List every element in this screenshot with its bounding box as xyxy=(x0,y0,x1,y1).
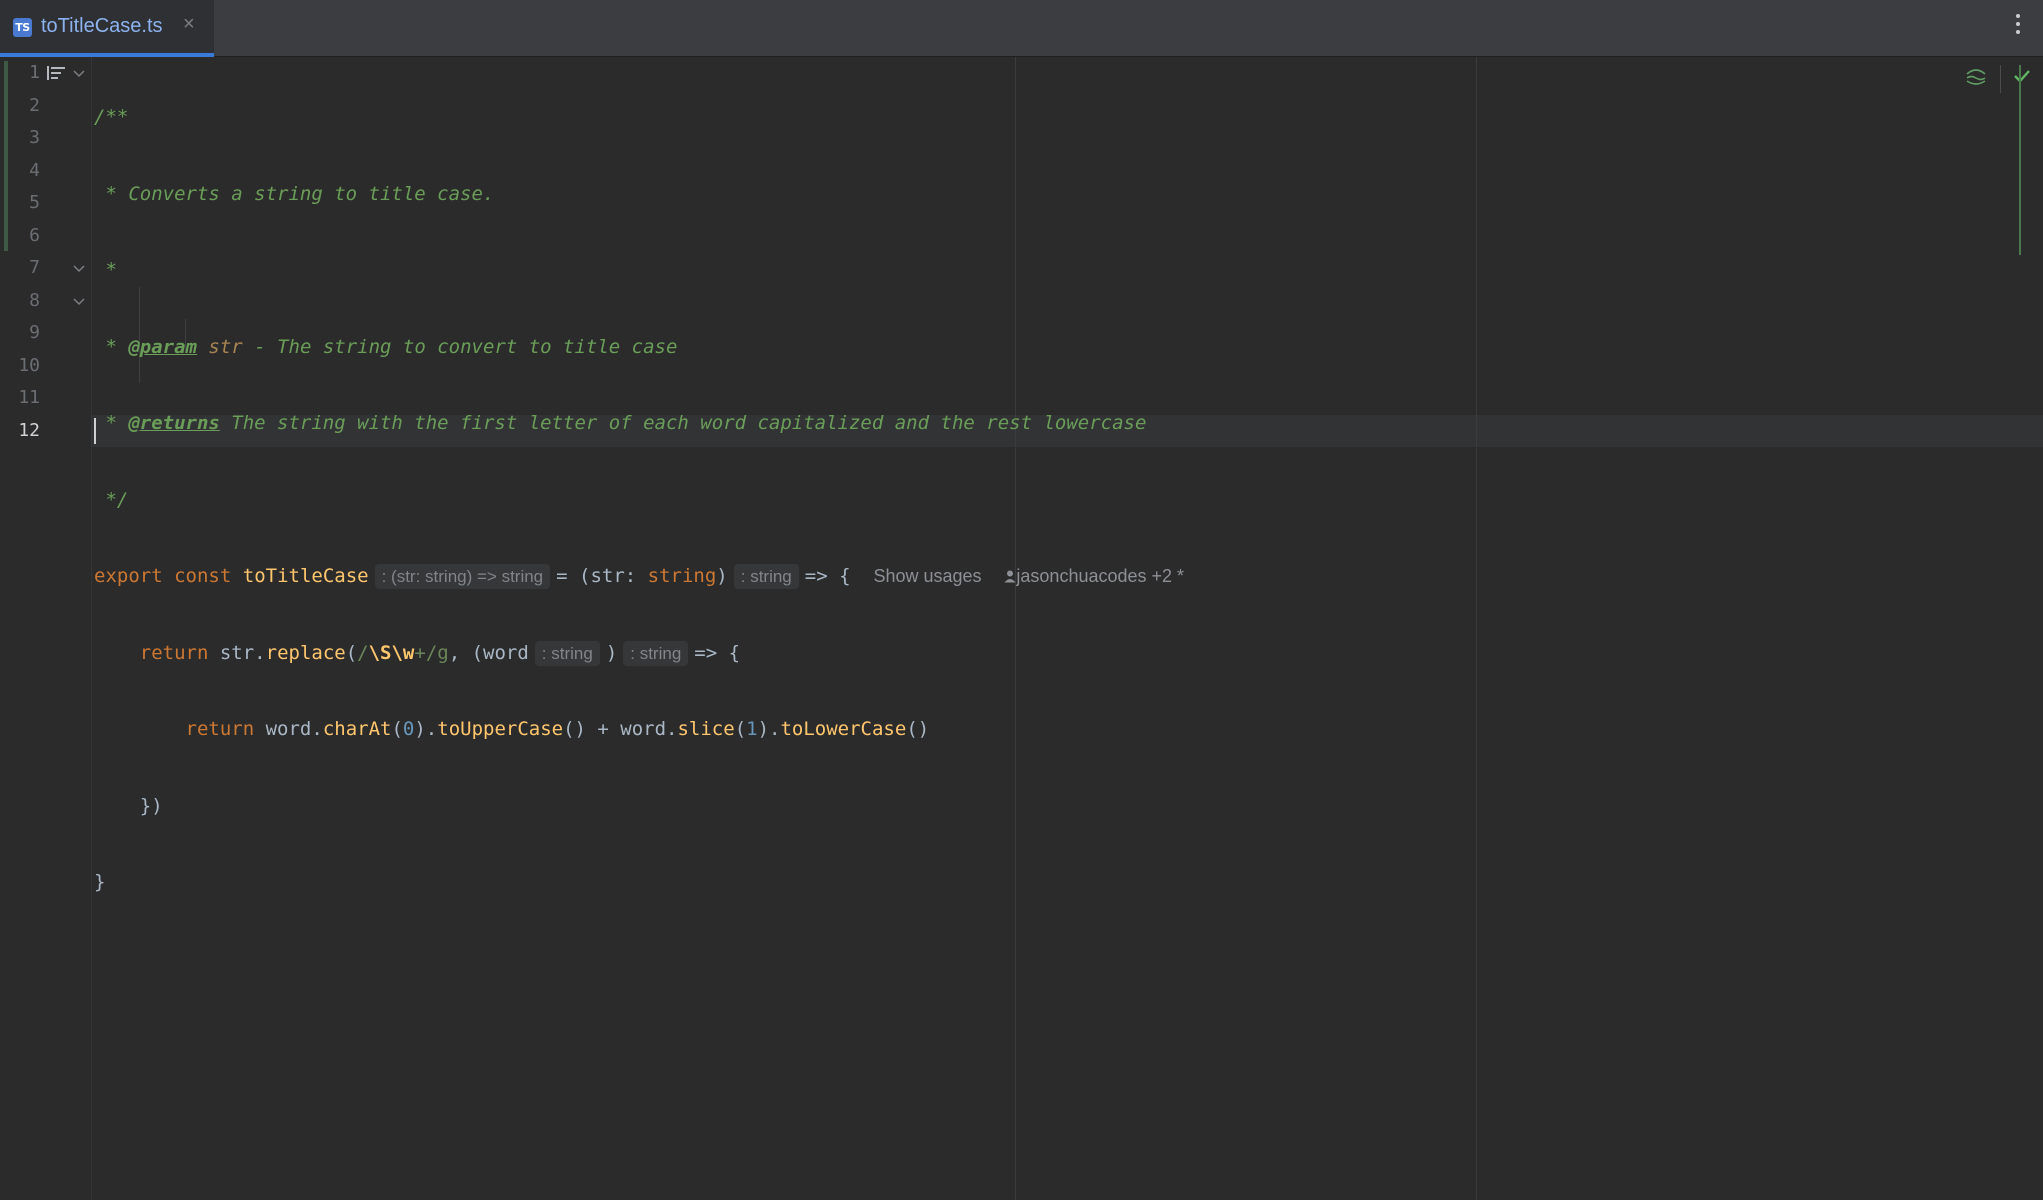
code-editor[interactable]: 1 2 3 4 5 6 7 8 9 10 11 12 /** * Convert… xyxy=(0,57,2043,1200)
keyword: const xyxy=(174,565,232,587)
doc-comment: */ xyxy=(94,488,129,511)
code-text: => { xyxy=(804,565,851,587)
doc-comment: - The string to convert to title case xyxy=(242,335,678,358)
gutter-separator xyxy=(91,57,92,1200)
code-line: return str.replace(/\S\w+/g, (word: stri… xyxy=(94,637,1184,670)
jsdoc-param-name: str xyxy=(208,335,243,358)
method-name: charAt xyxy=(322,718,392,740)
code-content[interactable]: /** * Converts a string to title case. *… xyxy=(94,57,1184,1019)
code-line: * Converts a string to title case. xyxy=(94,178,1184,211)
type-inlay-hint: : string xyxy=(623,640,689,666)
jsdoc-tag: @param xyxy=(128,335,197,358)
inspection-stripe[interactable] xyxy=(2019,65,2021,255)
line-number: 1 xyxy=(29,62,40,83)
text-caret xyxy=(94,418,96,444)
line-number-current: 12 xyxy=(18,419,40,441)
code-line: /** xyxy=(94,101,1184,134)
line-number: 5 xyxy=(29,192,40,213)
code-line-current xyxy=(94,943,1184,976)
author-icon xyxy=(1004,570,1016,583)
code-text: ) xyxy=(605,641,618,664)
function-name: toTitleCase xyxy=(242,565,369,587)
number-literal: 0 xyxy=(402,718,415,740)
code-line: export const toTitleCase: (str: string) … xyxy=(94,560,1184,593)
line-number: 9 xyxy=(29,322,40,343)
fold-chevron-icon[interactable] xyxy=(73,298,85,306)
code-text: ). xyxy=(414,718,438,740)
more-options-icon[interactable] xyxy=(2015,14,2021,38)
code-line: */ xyxy=(94,484,1184,517)
doc-comment: * xyxy=(94,335,129,358)
regex: / xyxy=(357,641,369,664)
toolbar-separator xyxy=(2000,65,2001,93)
code-line: return word.charAt(0).toUpperCase() + wo… xyxy=(94,713,1184,746)
doc-comment: * xyxy=(94,412,129,434)
tab-title: toTitleCase.ts xyxy=(41,15,163,37)
code-text: str. xyxy=(219,641,266,664)
code-line: } xyxy=(94,866,1184,899)
regex-escape: \S\w xyxy=(368,641,415,664)
number-literal: 1 xyxy=(746,718,758,740)
method-name: slice xyxy=(677,718,735,740)
code-line: * xyxy=(94,254,1184,287)
regex: +/g xyxy=(414,641,449,664)
render-doc-icon[interactable] xyxy=(47,66,66,80)
keyword: export xyxy=(94,565,163,587)
line-number: 4 xyxy=(29,159,40,181)
fold-chevron-icon[interactable] xyxy=(73,70,85,78)
type-inlay-hint: : (str: string) => string xyxy=(374,564,551,589)
code-text: ). xyxy=(757,718,781,740)
close-icon[interactable]: × xyxy=(183,13,195,36)
line-number: 3 xyxy=(29,127,40,148)
type-inlay-hint: : string xyxy=(534,640,600,666)
no-problems-check-icon[interactable] xyxy=(2013,69,2031,83)
method-name: replace xyxy=(265,641,346,664)
code-text: => { xyxy=(694,641,741,664)
editor-tab-bar: TS toTitleCase.ts × xyxy=(0,0,2043,57)
line-numbers: 1 2 3 4 5 6 7 8 9 10 11 12 xyxy=(0,57,40,447)
keyword: return xyxy=(139,641,209,664)
code-text: ( xyxy=(345,641,358,664)
doc-comment: * Converts a string to title case. xyxy=(94,182,495,205)
code-line: }) xyxy=(94,790,1184,823)
code-text: ( xyxy=(391,718,403,740)
code-text: , (word xyxy=(448,641,529,664)
code-text: () + word. xyxy=(563,718,678,740)
keyword: return xyxy=(185,718,255,740)
line-number: 7 xyxy=(29,257,40,278)
type-inlay-hint: : string xyxy=(733,564,799,589)
doc-comment: /** xyxy=(94,106,129,128)
type-keyword: string xyxy=(647,565,717,587)
code-text: } xyxy=(94,871,106,893)
show-usages-link[interactable]: Show usages xyxy=(873,566,981,586)
method-name: toLowerCase xyxy=(780,718,907,740)
fold-chevron-icon[interactable] xyxy=(73,265,85,273)
line-number: 11 xyxy=(18,387,40,408)
ai-assistant-icon[interactable] xyxy=(1965,66,1987,86)
code-text: = (str: xyxy=(556,565,648,587)
line-number: 10 xyxy=(18,354,40,376)
typescript-file-icon: TS xyxy=(13,18,32,37)
right-margin-line xyxy=(1476,57,1477,1200)
code-text: ( xyxy=(734,718,747,740)
method-name: toUpperCase xyxy=(437,718,564,740)
code-text: word. xyxy=(265,718,323,740)
doc-comment: The string with the first letter of each… xyxy=(219,412,1147,434)
line-number: 2 xyxy=(29,94,40,116)
tab-totitlecase[interactable]: TS toTitleCase.ts × xyxy=(0,0,214,57)
code-line: * @param str - The string to convert to … xyxy=(94,331,1184,364)
jsdoc-tag: @returns xyxy=(128,412,220,434)
code-author-lens[interactable]: jasonchuacodes +2 * xyxy=(1016,566,1184,586)
doc-comment: * xyxy=(94,259,117,281)
line-number: 6 xyxy=(29,224,40,246)
code-line: * @returns The string with the first let… xyxy=(94,407,1184,440)
code-text: ) xyxy=(716,565,728,587)
line-number: 8 xyxy=(29,289,40,311)
code-text: () xyxy=(906,718,930,740)
code-text: }) xyxy=(139,794,163,817)
